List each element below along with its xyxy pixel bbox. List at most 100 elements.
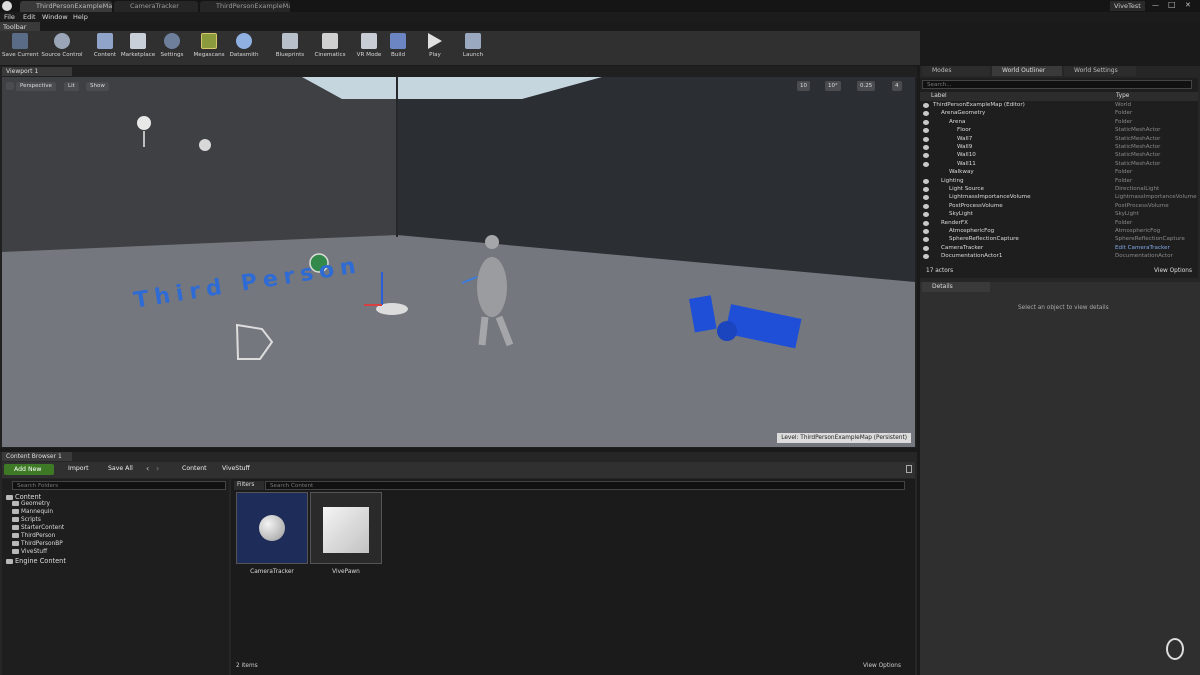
tab-world-outliner[interactable]: World Outliner: [992, 66, 1062, 76]
outliner-view-options[interactable]: View Options: [1154, 268, 1192, 274]
back-icon[interactable]: ‹: [146, 464, 149, 473]
outliner-row[interactable]: Arena Folder: [920, 119, 1190, 127]
col-label[interactable]: Label: [931, 93, 947, 99]
outliner-row[interactable]: Wall11 StaticMeshActor: [920, 161, 1190, 169]
visibility-eye-icon[interactable]: [923, 212, 929, 218]
visibility-eye-icon[interactable]: [923, 229, 929, 234]
datasmith-button[interactable]: Datasmith: [228, 33, 260, 63]
outliner-row[interactable]: RenderFX Folder: [920, 220, 1190, 228]
rotation-snap[interactable]: 10°: [825, 81, 841, 91]
visibility-eye-icon[interactable]: [923, 119, 929, 125]
tree-item[interactable]: StarterContent: [12, 525, 64, 533]
visibility-eye-icon[interactable]: [923, 178, 929, 184]
play-button[interactable]: Play: [423, 33, 447, 63]
outliner-row[interactable]: Walkway Folder: [920, 169, 1190, 177]
visibility-eye-icon[interactable]: [923, 145, 929, 150]
filters-button[interactable]: Filters: [234, 481, 264, 490]
blueprints-button[interactable]: Blueprints: [274, 33, 306, 63]
outliner-row[interactable]: Light Source DirectionalLight: [920, 186, 1190, 194]
visibility-eye-icon[interactable]: [923, 195, 929, 201]
visibility-eye-icon[interactable]: [923, 254, 929, 260]
outliner-row[interactable]: ArenaGeometry Folder: [920, 110, 1190, 118]
outliner-row[interactable]: Floor StaticMeshActor: [920, 127, 1190, 135]
tree-item[interactable]: ViveStuff: [12, 549, 47, 557]
asset-cameratracker[interactable]: [236, 492, 308, 564]
megascans-button[interactable]: Megascans: [192, 33, 226, 63]
forward-icon[interactable]: ›: [156, 464, 159, 473]
level-viewport[interactable]: Third Person Perspective Lit Show 10 10°…: [2, 77, 915, 447]
unreal-logo-icon[interactable]: [2, 1, 12, 11]
save-all-button[interactable]: Save All: [108, 465, 133, 472]
outliner-row[interactable]: CameraTracker Edit CameraTracker: [920, 245, 1190, 253]
camera-speed[interactable]: 4: [892, 81, 902, 91]
tab-map-2[interactable]: ThirdPersonExampleMap: [200, 1, 290, 12]
import-button[interactable]: Import: [68, 465, 89, 472]
tree-item[interactable]: ThirdPerson: [12, 533, 55, 541]
content-browser-tab[interactable]: Content Browser 1: [2, 452, 72, 461]
tree-item[interactable]: Scripts: [12, 517, 41, 525]
scale-snap[interactable]: 0.25: [857, 81, 876, 91]
visibility-eye-icon[interactable]: [923, 153, 929, 159]
settings-button[interactable]: Settings: [158, 33, 186, 63]
visibility-eye-icon[interactable]: [923, 237, 929, 243]
perspective-button[interactable]: Perspective: [16, 82, 56, 91]
lit-button[interactable]: Lit: [64, 82, 79, 91]
path-vivestuff[interactable]: ViveStuff: [222, 465, 250, 472]
menu-window[interactable]: Window: [42, 13, 68, 21]
outliner-row[interactable]: AtmosphericFog AtmosphericFog: [920, 228, 1190, 236]
visibility-eye-icon[interactable]: [923, 111, 929, 117]
vr-mode-button[interactable]: VR Mode: [354, 33, 384, 63]
add-new-button[interactable]: Add New: [4, 464, 54, 475]
visibility-eye-icon[interactable]: [923, 220, 929, 226]
tab-world-settings[interactable]: World Settings: [1064, 66, 1136, 76]
tree-item[interactable]: Geometry: [12, 501, 50, 509]
outliner-row[interactable]: Wall9 StaticMeshActor: [920, 144, 1190, 152]
viewport-tab[interactable]: Viewport 1: [2, 67, 72, 76]
outliner-row[interactable]: PostProcessVolume PostProcessVolume: [920, 203, 1190, 211]
tab-modes[interactable]: Modes: [922, 66, 990, 76]
outliner-row[interactable]: ThirdPersonExampleMap (Editor) World: [920, 102, 1190, 110]
grid-snap[interactable]: 10: [797, 81, 810, 91]
tab-cameratracker[interactable]: CameraTracker: [114, 1, 198, 12]
build-button[interactable]: Build: [386, 33, 410, 63]
outliner-row[interactable]: Lighting Folder: [920, 178, 1190, 186]
tab-map[interactable]: ThirdPersonExampleMap: [20, 1, 112, 12]
visibility-eye-icon[interactable]: [923, 161, 929, 167]
close-button[interactable]: ✕: [1185, 1, 1191, 9]
outliner-row[interactable]: SkyLight SkyLight: [920, 211, 1190, 219]
visibility-eye-icon[interactable]: [923, 128, 929, 134]
lock-icon[interactable]: [906, 465, 912, 473]
tree-item[interactable]: ThirdPersonBP: [12, 541, 63, 549]
visibility-eye-icon[interactable]: [923, 245, 929, 251]
menu-file[interactable]: File: [4, 13, 15, 21]
launch-button[interactable]: Launch: [460, 33, 486, 63]
source-control-button[interactable]: Source Control: [40, 33, 84, 63]
outliner-row[interactable]: SphereReflectionCapture SphereReflectionC…: [920, 236, 1190, 244]
content-button[interactable]: Content: [92, 33, 118, 63]
outliner-search-input[interactable]: Search...: [922, 80, 1192, 89]
visibility-eye-icon[interactable]: [923, 136, 929, 142]
toolbar-tab[interactable]: Toolbar: [0, 22, 40, 31]
viewport-options-icon[interactable]: [6, 82, 14, 90]
search-content-input[interactable]: Search Content: [265, 481, 905, 490]
asset-vivepawn[interactable]: [310, 492, 382, 564]
visibility-eye-icon[interactable]: [923, 187, 929, 192]
outliner-row[interactable]: DocumentationActor1 DocumentationActor: [920, 253, 1190, 261]
tab-details[interactable]: Details: [922, 282, 990, 292]
minimize-button[interactable]: —: [1152, 1, 1159, 9]
menu-help[interactable]: Help: [73, 13, 88, 21]
cinematics-button[interactable]: Cinematics: [313, 33, 347, 63]
menu-edit[interactable]: Edit: [23, 13, 36, 21]
marketplace-button[interactable]: Marketplace: [120, 33, 156, 63]
visibility-eye-icon[interactable]: [923, 103, 929, 108]
tree-item[interactable]: Engine Content: [6, 557, 66, 565]
outliner-row[interactable]: LightmassImportanceVolume LightmassImport…: [920, 194, 1197, 202]
assets-view-options[interactable]: View Options: [863, 663, 901, 669]
save-current-button[interactable]: Save Current: [2, 33, 39, 63]
path-content[interactable]: Content: [182, 465, 207, 472]
tree-item[interactable]: Mannequin: [12, 509, 53, 517]
search-folders-input[interactable]: Search Folders: [12, 481, 226, 490]
outliner-row[interactable]: Wall7 StaticMeshActor: [920, 136, 1190, 144]
visibility-eye-icon[interactable]: [923, 203, 929, 209]
outliner-row[interactable]: Wall10 StaticMeshActor: [920, 152, 1190, 160]
